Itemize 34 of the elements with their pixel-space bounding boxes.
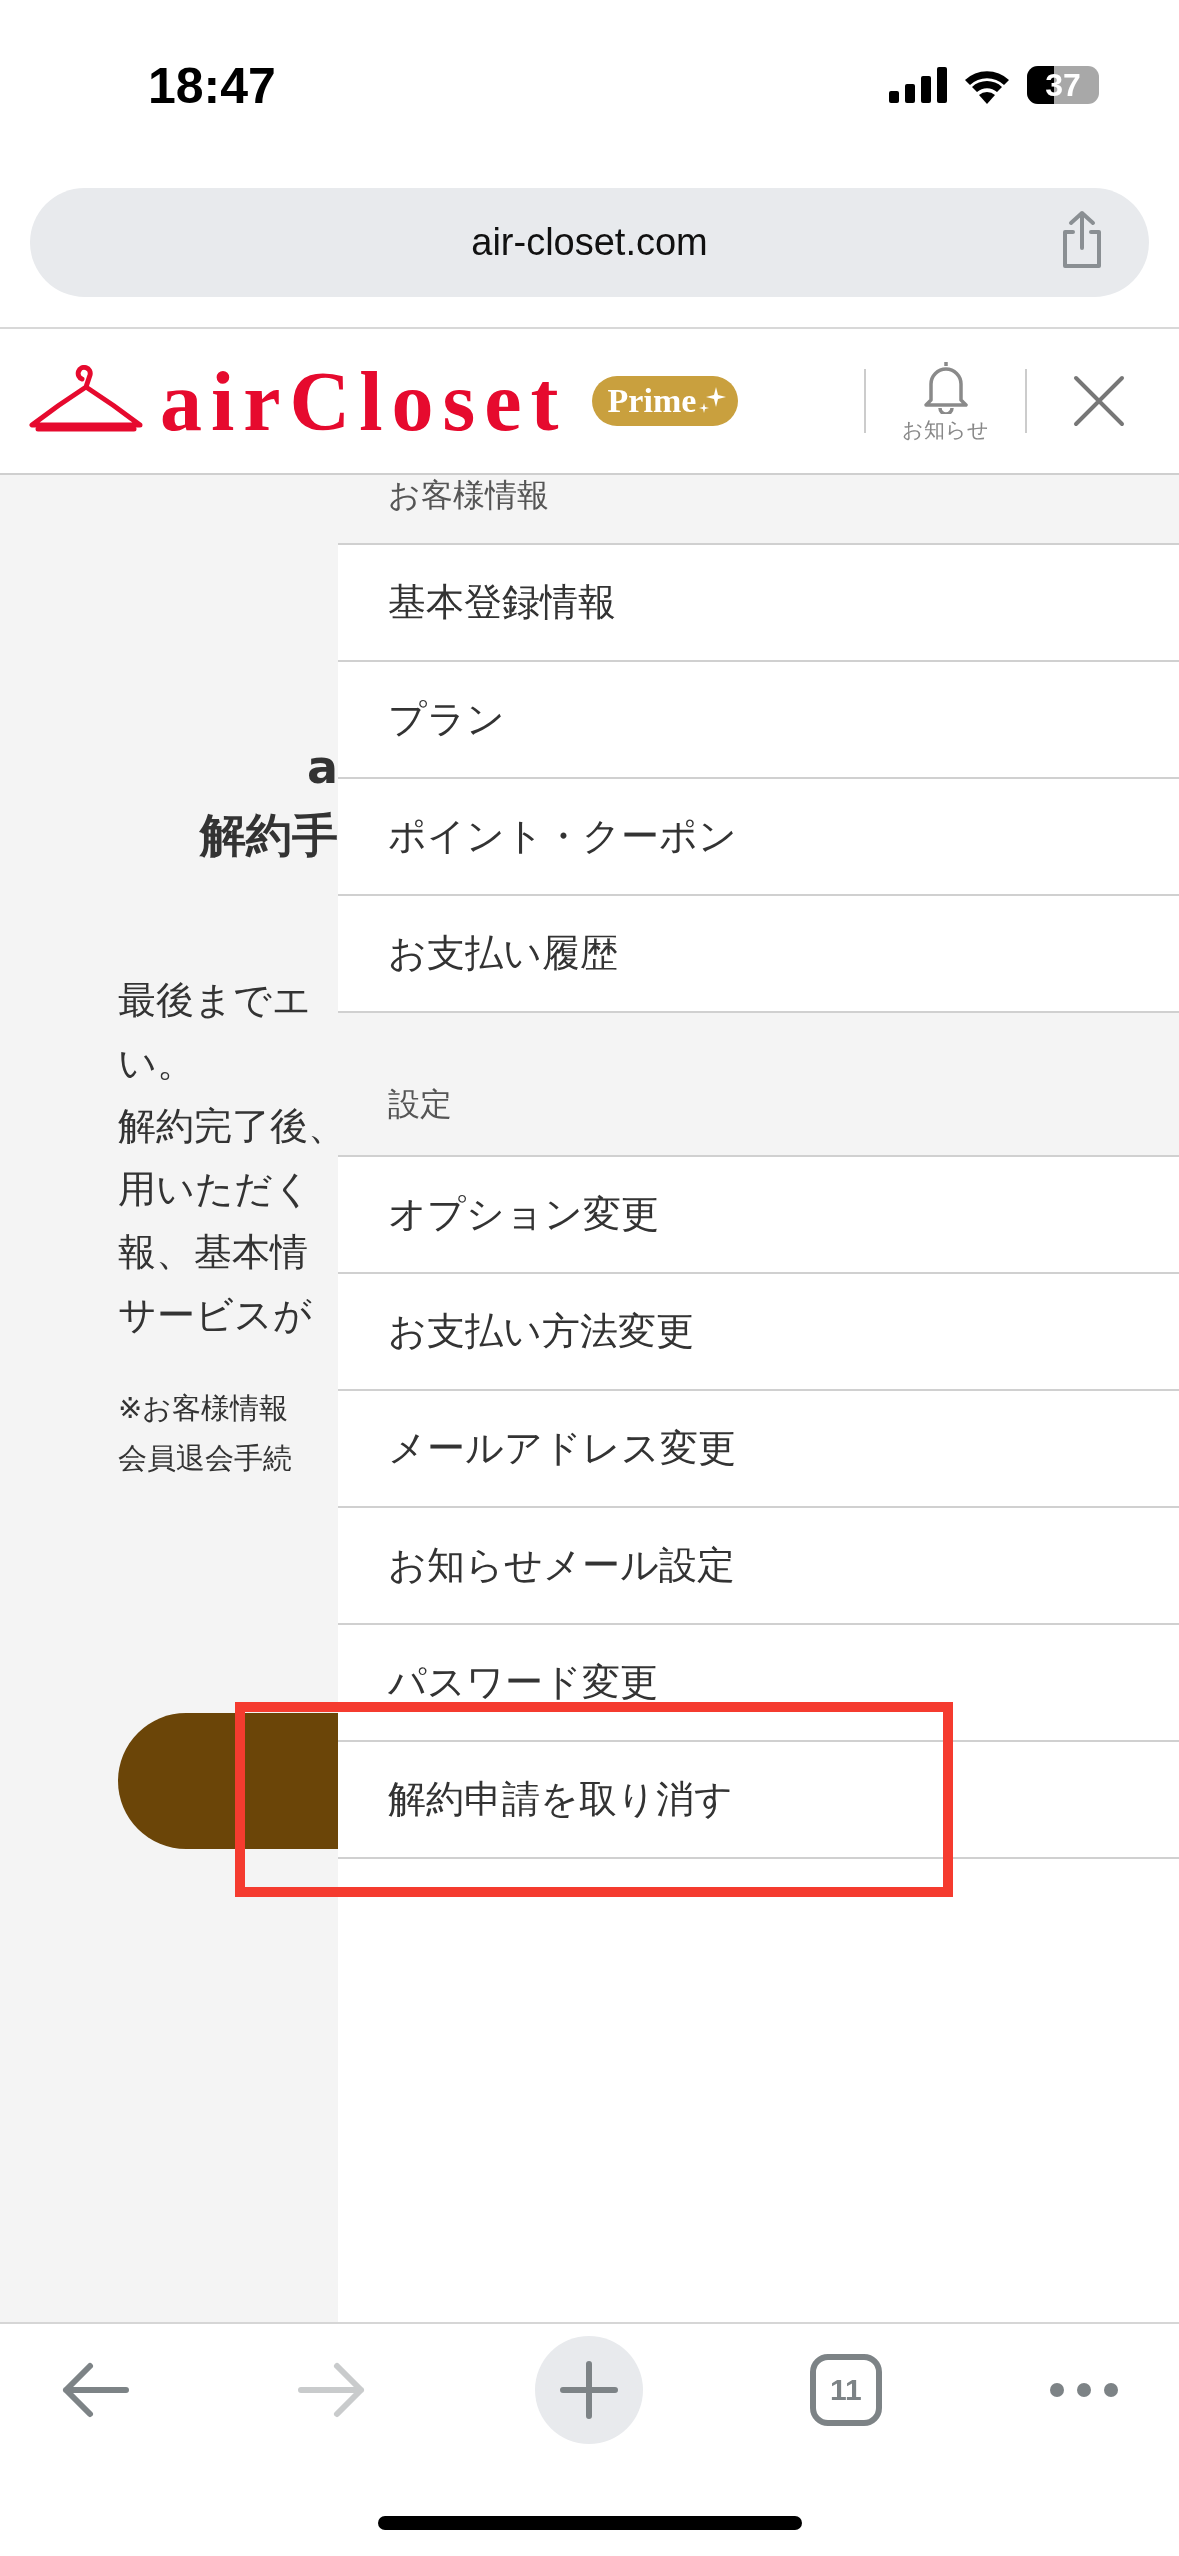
notifications-button[interactable]: お知らせ	[902, 358, 989, 444]
menu-item[interactable]: パスワード変更	[338, 1625, 1179, 1742]
paragraph-text: 用いただく	[118, 1166, 313, 1213]
address-bar[interactable]: air-closet.com	[30, 188, 1149, 297]
menu-item[interactable]: 解約申請を取り消す	[338, 1742, 1179, 1859]
menu-item[interactable]: プラン	[338, 662, 1179, 779]
page-heading: a	[306, 739, 338, 796]
menu-item[interactable]: ポイント・クーポン	[338, 779, 1179, 896]
menu-item[interactable]: 基本登録情報	[338, 545, 1179, 662]
menu-item[interactable]: お支払い方法変更	[338, 1274, 1179, 1391]
paragraph-text: 解約完了後、	[118, 1103, 338, 1150]
note-text: ※お客様情報	[118, 1390, 290, 1427]
plus-icon	[558, 2360, 619, 2420]
menu-item[interactable]: お知らせメール設定	[338, 1508, 1179, 1625]
tabs-button[interactable]: 11	[809, 2354, 882, 2426]
logo-text[interactable]: airCloset	[160, 352, 568, 450]
close-icon[interactable]	[1073, 375, 1125, 427]
signal-icon	[889, 67, 947, 103]
section-header: お客様情報	[338, 475, 1179, 545]
url-text: air-closet.com	[471, 221, 708, 264]
status-time: 18:47	[148, 57, 276, 115]
paragraph-text: 最後までエ	[118, 977, 312, 1024]
note-text: 会員退会手続	[118, 1440, 293, 1477]
badge-text: Prime	[607, 382, 697, 420]
paragraph-text: 報、基本情	[118, 1229, 309, 1276]
paragraph-text: サービスが	[118, 1292, 313, 1339]
menu-item[interactable]: オプション変更	[338, 1157, 1179, 1274]
section-header: 設定	[338, 1013, 1179, 1157]
paragraph-text: い。	[118, 1040, 196, 1087]
cancel-button[interactable]	[118, 1713, 338, 1849]
menu-item[interactable]: メールアドレス変更	[338, 1391, 1179, 1508]
page-heading: 解約手	[200, 807, 338, 864]
back-icon[interactable]	[60, 2360, 130, 2420]
more-icon[interactable]	[1049, 2382, 1119, 2398]
